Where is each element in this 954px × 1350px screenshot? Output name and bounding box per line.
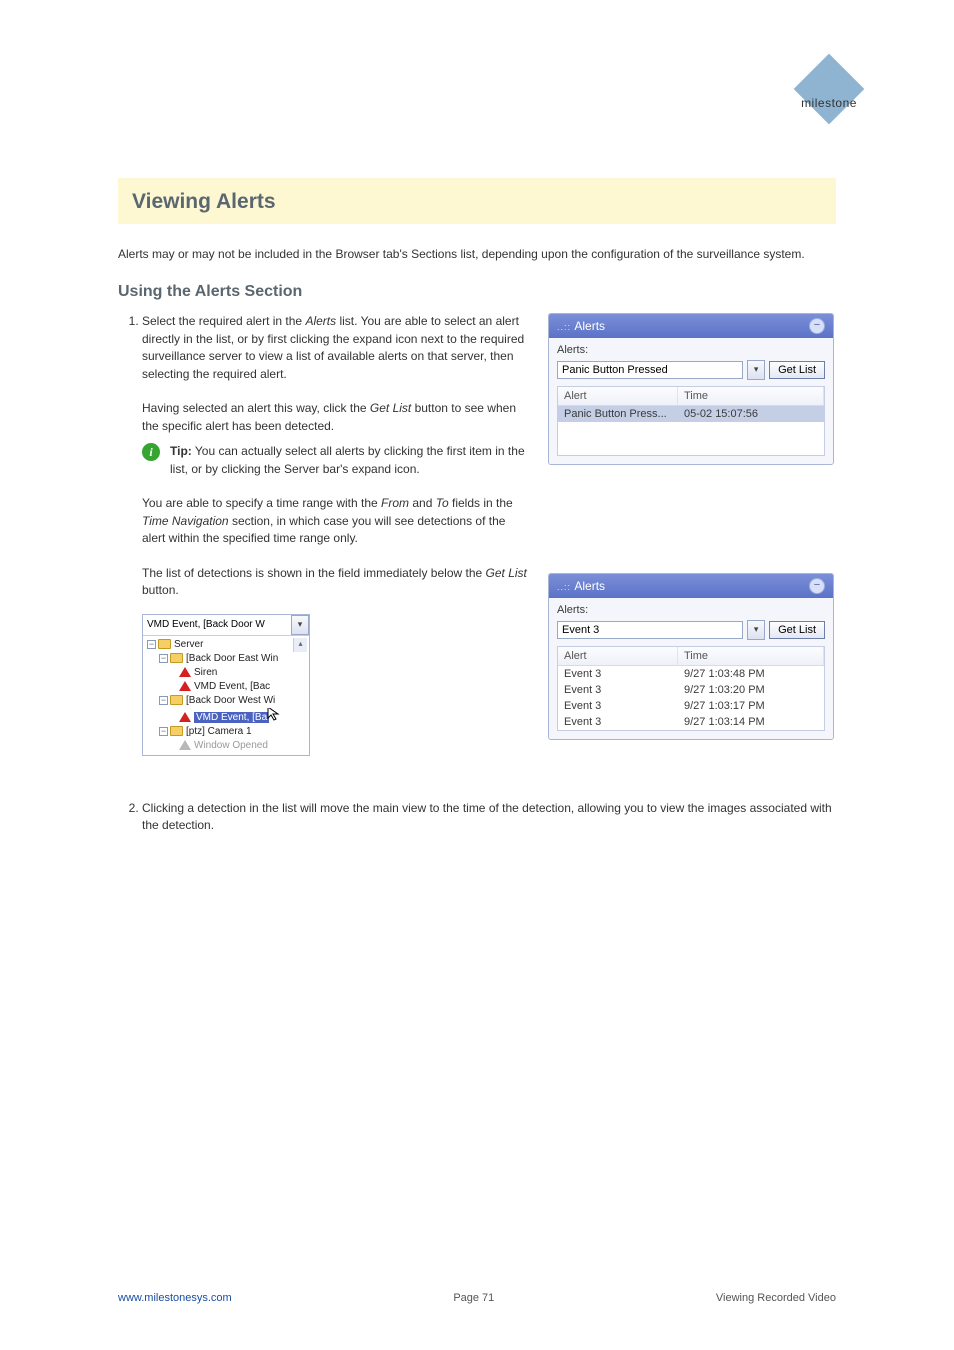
- cell-alert: Event 3: [558, 666, 678, 682]
- expand-icon[interactable]: −: [159, 727, 168, 736]
- table-row[interactable]: Panic Button Press... 05-02 15:07:56: [558, 406, 824, 422]
- cell-alert: Event 3: [558, 698, 678, 714]
- alerts-label: Alerts:: [557, 604, 825, 616]
- cursor-icon: [269, 708, 279, 720]
- scroll-up-icon[interactable]: ▴: [293, 638, 307, 652]
- folder-icon: [170, 695, 183, 705]
- page-footer: www.milestonesys.com Page 71 Viewing Rec…: [118, 1292, 836, 1304]
- intro-paragraph: Alerts may or may not be included in the…: [118, 246, 836, 263]
- tree-selected-value[interactable]: [143, 617, 291, 632]
- tree-siren[interactable]: Siren: [194, 667, 217, 678]
- folder-icon: [170, 653, 183, 663]
- alert-icon: [179, 681, 191, 691]
- cell-time: 9/27 1:03:48 PM: [678, 666, 824, 682]
- tree-bdeast[interactable]: [Back Door East Win: [186, 653, 278, 664]
- column-alert[interactable]: Alert: [558, 647, 678, 665]
- step2-text: Clicking a detection in the list will mo…: [142, 801, 832, 832]
- cell-time: 9/27 1:03:20 PM: [678, 682, 824, 698]
- logo-diamond-icon: [794, 54, 865, 125]
- tree-vmd-bac[interactable]: VMD Event, [Bac: [194, 681, 270, 692]
- section-heading: Using the Alerts Section: [118, 283, 836, 301]
- alerts-panel-titlebar[interactable]: ..:: Alerts −: [549, 314, 833, 338]
- chevron-down-icon[interactable]: ▾: [747, 620, 765, 640]
- step1-text2: Having selected an alert this way, click…: [142, 401, 516, 432]
- expand-icon[interactable]: −: [147, 640, 156, 649]
- grip-icon: ..::: [557, 582, 571, 592]
- folder-icon: [170, 726, 183, 736]
- table-row[interactable]: Event 3 9/27 1:03:14 PM: [558, 714, 824, 730]
- tip-text: Tip: You can actually select all alerts …: [170, 443, 530, 478]
- tree-ptz[interactable]: [ptz] Camera 1: [186, 726, 252, 737]
- alerts-panel-1: ..:: Alerts − Alerts: ▾ Get List Alert T…: [548, 313, 834, 465]
- cell-time: 9/27 1:03:17 PM: [678, 698, 824, 714]
- step1-text4: The list of detections is shown in the f…: [142, 566, 527, 597]
- alerts-results-list: Alert Time Event 3 9/27 1:03:48 PM Event…: [557, 646, 825, 731]
- step-2: Clicking a detection in the list will mo…: [142, 800, 836, 835]
- minimize-button[interactable]: −: [809, 318, 825, 334]
- minimize-button[interactable]: −: [809, 578, 825, 594]
- footer-link[interactable]: www.milestonesys.com: [118, 1292, 232, 1304]
- expand-icon[interactable]: −: [159, 654, 168, 663]
- alerts-panel-2: ..:: Alerts − Alerts: ▾ Get List Alert T…: [548, 573, 834, 740]
- tree-vmd-selected[interactable]: VMD Event, [Ba: [194, 712, 269, 723]
- cell-time: 9/27 1:03:14 PM: [678, 714, 824, 730]
- cell-alert: Event 3: [558, 714, 678, 730]
- tree-dropdown-button[interactable]: ▾: [291, 615, 309, 635]
- get-list-button[interactable]: Get List: [769, 621, 825, 639]
- alerts-label: Alerts:: [557, 344, 825, 356]
- alerts-results-list: Alert Time Panic Button Press... 05-02 1…: [557, 386, 825, 456]
- expand-icon[interactable]: −: [159, 696, 168, 705]
- column-time[interactable]: Time: [678, 647, 824, 665]
- get-list-button[interactable]: Get List: [769, 361, 825, 379]
- chevron-down-icon[interactable]: ▾: [747, 360, 765, 380]
- alert-icon: [179, 740, 191, 750]
- logo-text: milestone: [784, 96, 874, 110]
- step1-text3: You are able to specify a time range wit…: [142, 496, 513, 545]
- tree-bdwest[interactable]: [Back Door West Wi: [186, 695, 275, 706]
- brand-logo: milestone: [784, 56, 874, 146]
- alerts-panel-title: Alerts: [574, 579, 605, 593]
- page-number: Page 71: [453, 1292, 494, 1304]
- grip-icon: ..::: [557, 322, 571, 332]
- step-1: Select the required alert in the Alerts …: [142, 313, 530, 755]
- alerts-panel-title: Alerts: [574, 319, 605, 333]
- alerts-dropdown-field[interactable]: [557, 361, 743, 379]
- alerts-tree-dropdown: ▾ ▴ −Server −[Back Door East Win Siren V…: [142, 614, 310, 756]
- info-icon: i: [142, 443, 160, 461]
- alerts-dropdown-field[interactable]: [557, 621, 743, 639]
- cell-alert: Event 3: [558, 682, 678, 698]
- column-time[interactable]: Time: [678, 387, 824, 405]
- alert-icon: [179, 667, 191, 677]
- topic-heading-box: Viewing Alerts: [118, 178, 836, 224]
- cell-time: 05-02 15:07:56: [678, 406, 824, 422]
- table-row[interactable]: Event 3 9/27 1:03:48 PM: [558, 666, 824, 682]
- tree-server[interactable]: Server: [174, 639, 203, 650]
- page-title: Viewing Alerts: [132, 190, 822, 214]
- step1-text1: Select the required alert in the Alerts …: [142, 314, 524, 380]
- cell-alert: Panic Button Press...: [558, 406, 678, 422]
- alerts-panel-titlebar[interactable]: ..:: Alerts −: [549, 574, 833, 598]
- alert-icon: [179, 712, 191, 722]
- table-row[interactable]: Event 3 9/27 1:03:20 PM: [558, 682, 824, 698]
- table-row[interactable]: Event 3 9/27 1:03:17 PM: [558, 698, 824, 714]
- column-alert[interactable]: Alert: [558, 387, 678, 405]
- footer-section: Viewing Recorded Video: [716, 1292, 836, 1304]
- tree-window-opened: Window Opened: [194, 740, 268, 751]
- folder-icon: [158, 639, 171, 649]
